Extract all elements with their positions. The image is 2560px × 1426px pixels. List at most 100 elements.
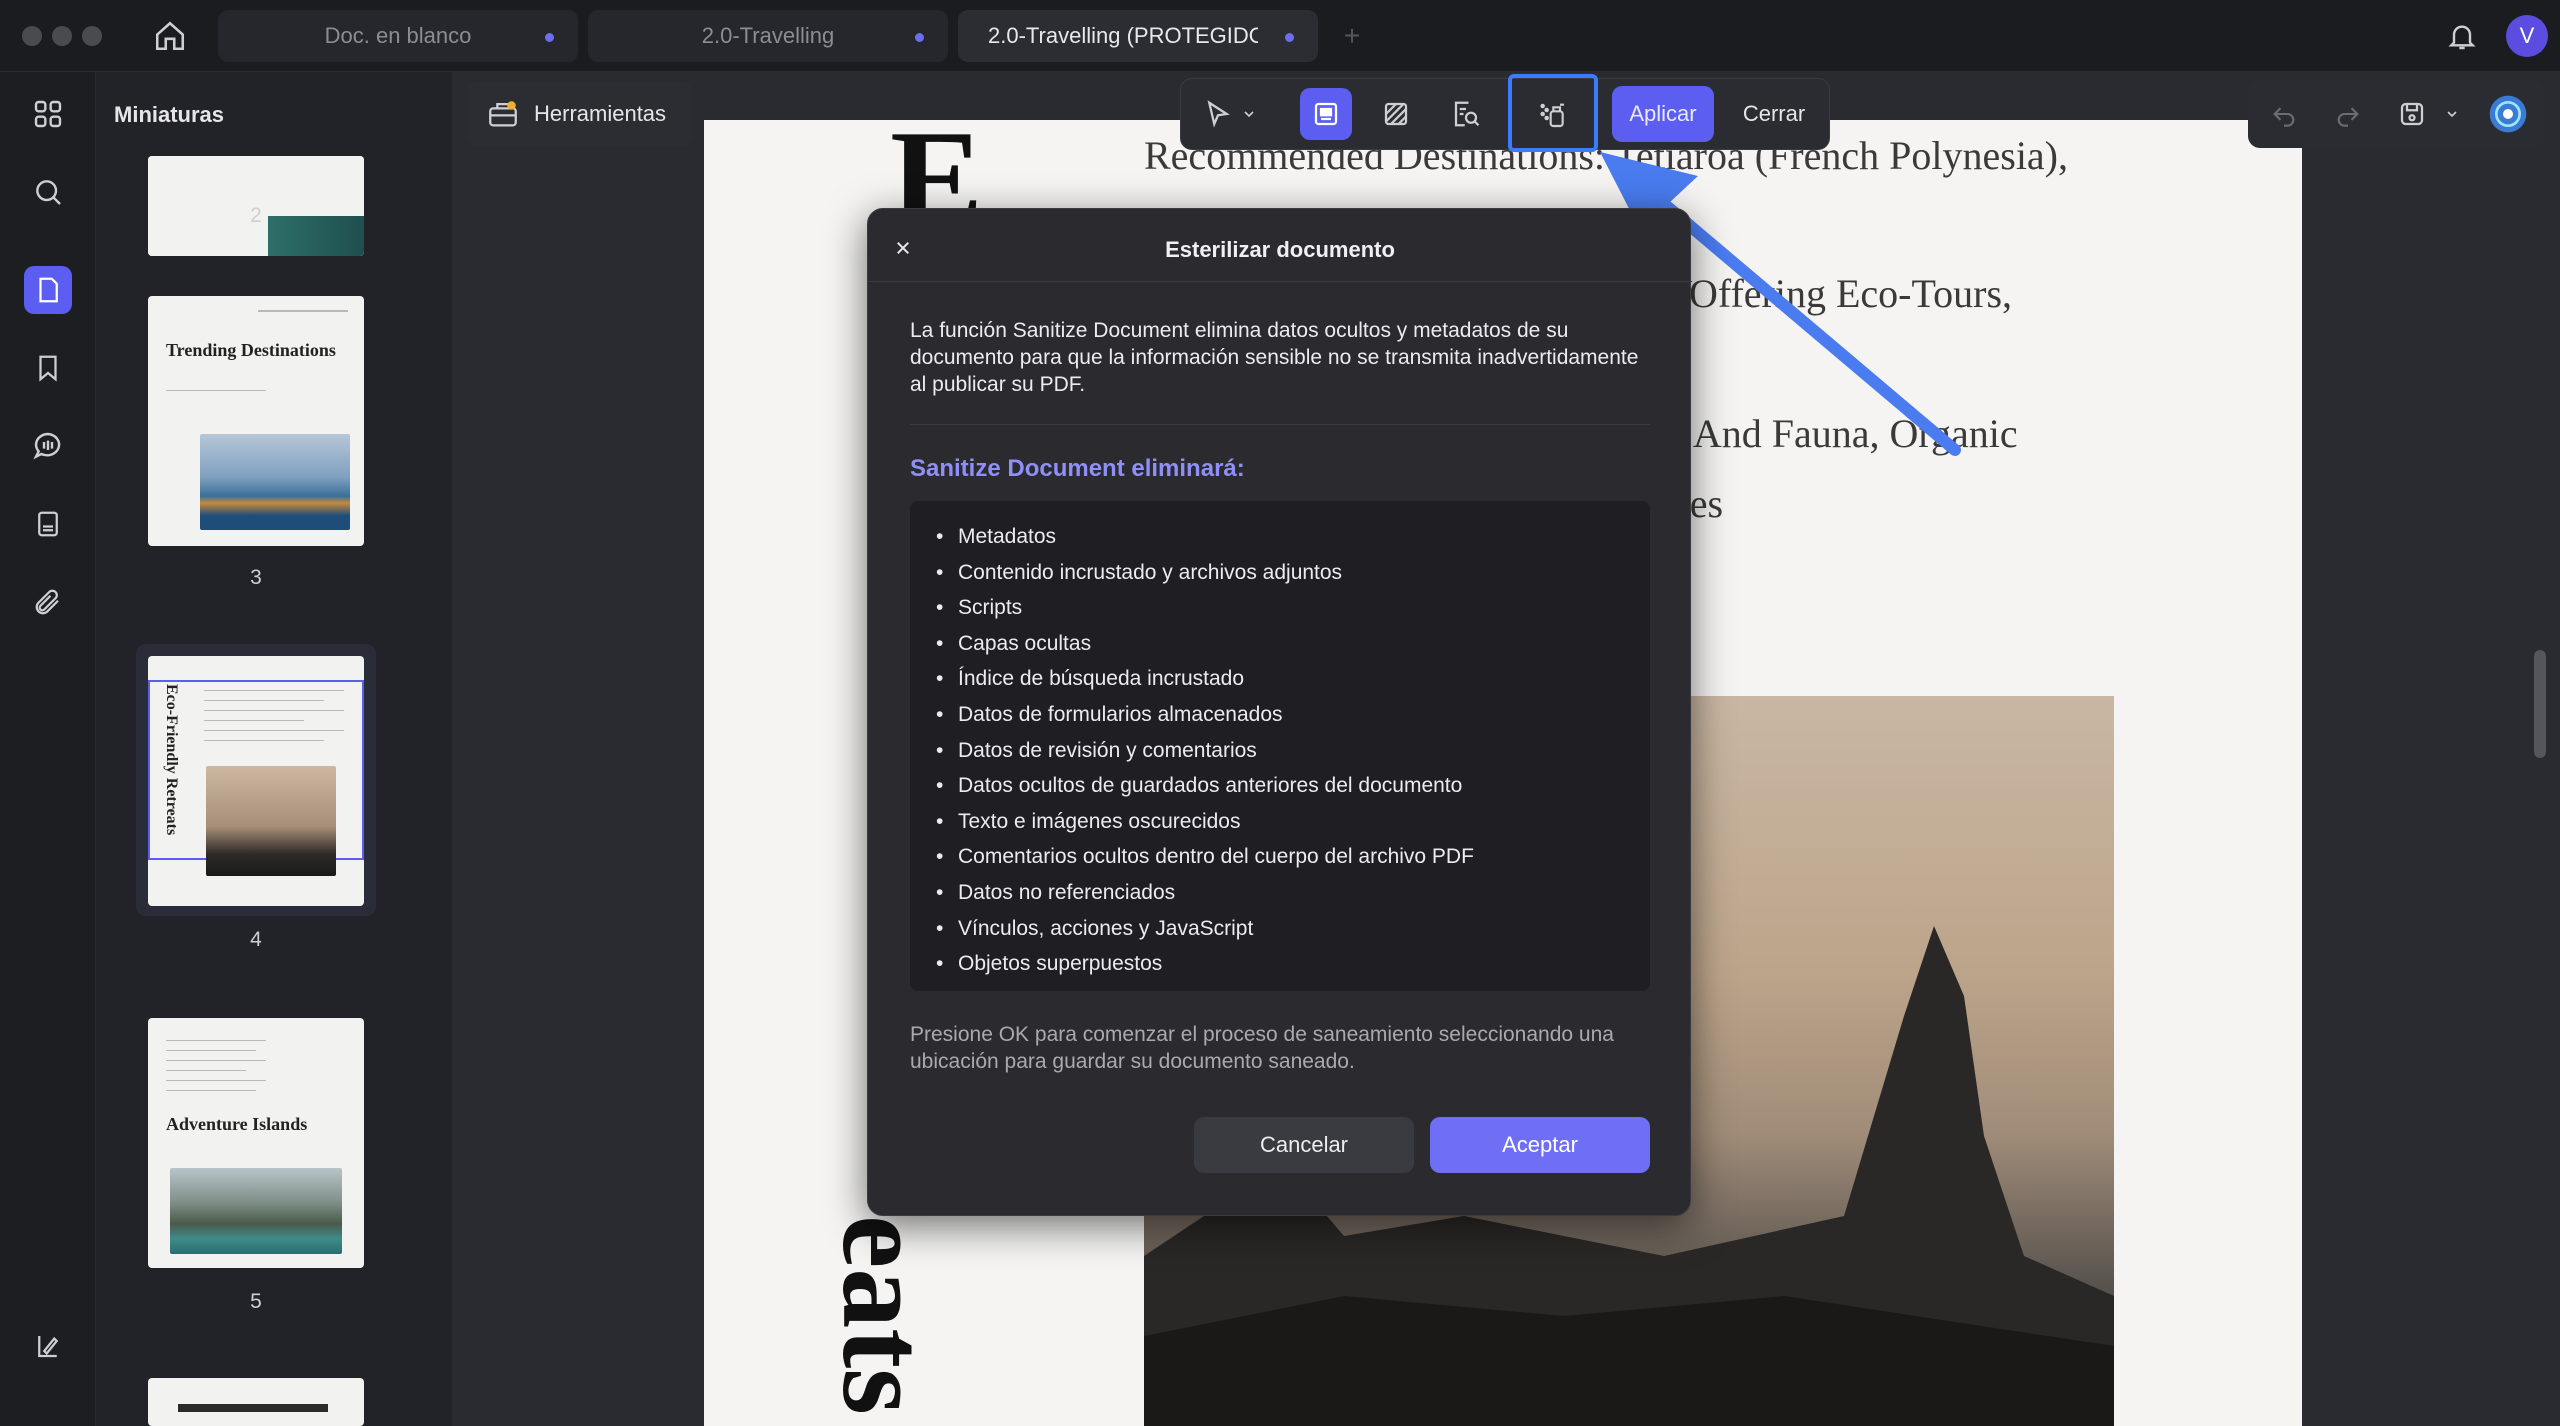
thumbnails-panel: Miniaturas 2 Trending Destinations 3 Eco… <box>96 72 538 1426</box>
comment-icon <box>33 432 61 460</box>
ai-assistant-icon <box>2489 95 2527 133</box>
pdf-vertical-title-bottom: eats <box>818 1215 951 1415</box>
dialog-title: Esterilizar documento <box>1165 237 1395 262</box>
home-button[interactable] <box>150 16 190 56</box>
rail-attachments-button[interactable] <box>24 578 72 626</box>
ai-assistant-button[interactable] <box>2484 90 2532 138</box>
app-window: Doc. en blanco 2.0-Travelling 2.0-Travel… <box>0 0 2560 1426</box>
list-item: Objetos superpuestos <box>936 946 1650 982</box>
title-bar: Doc. en blanco 2.0-Travelling 2.0-Travel… <box>0 0 2560 72</box>
list-item: Vínculos, acciones y JavaScript <box>936 911 1650 947</box>
undo-button[interactable] <box>2260 90 2308 138</box>
thumbnail-image <box>170 1168 342 1254</box>
list-item: Capas ocultas <box>936 626 1650 662</box>
redact-pattern-button[interactable] <box>1370 88 1422 140</box>
save-options-button[interactable] <box>2438 90 2466 138</box>
hatch-icon <box>1384 102 1408 126</box>
thumbnails-title: Miniaturas <box>114 102 225 127</box>
dialog-divider <box>910 424 1650 425</box>
tab-label: 2.0-Travelling (PROTEGIDO <box>988 23 1258 48</box>
list-item: Datos no referenciados <box>936 875 1650 911</box>
thumbnail-title: Eco-Friendly Retreats <box>163 684 180 836</box>
dialog-subtitle: Sanitize Document eliminará: <box>910 455 1245 482</box>
search-page-icon <box>1454 101 1480 127</box>
grid-icon <box>34 100 62 128</box>
thumbnail-page-4[interactable]: Eco-Friendly Retreats <box>148 656 364 906</box>
sanitize-dialog: Esterilizar documento La función Sanitiz… <box>867 208 1692 1216</box>
accept-button[interactable]: Aceptar <box>1430 1117 1650 1173</box>
window-close-control[interactable] <box>22 26 42 46</box>
rail-panel-toggle-button[interactable] <box>24 1322 72 1370</box>
tab-unsaved-dot <box>1285 33 1294 42</box>
bell-icon <box>2448 25 2476 50</box>
rail-forms-button[interactable] <box>24 500 72 548</box>
thumbnail-image <box>206 766 336 876</box>
cancel-button[interactable]: Cancelar <box>1194 1117 1414 1173</box>
rail-search-button[interactable] <box>24 168 72 216</box>
search-redact-button[interactable] <box>1440 88 1492 140</box>
page-icon <box>39 277 58 303</box>
list-item: Contenido incrustado y archivos adjuntos <box>936 555 1650 591</box>
thumbnail-number: 3 <box>250 566 262 589</box>
save-icon <box>2400 102 2424 126</box>
rail-organize-button[interactable] <box>24 90 72 138</box>
chevron-down-icon <box>2447 111 2457 118</box>
home-icon <box>155 21 185 51</box>
tab-travelling[interactable]: 2.0-Travelling <box>588 10 948 62</box>
thumbnail-number: 2 <box>250 204 262 227</box>
thumbnail-page-3[interactable]: Trending Destinations <box>148 296 364 546</box>
save-button[interactable] <box>2388 90 2436 138</box>
add-tab-button[interactable]: + <box>1336 16 1368 56</box>
redo-icon <box>2337 107 2359 127</box>
rail-bookmarks-button[interactable] <box>24 344 72 392</box>
tab-label: 2.0-Travelling <box>701 23 835 48</box>
thumbnail-number: 4 <box>250 928 262 951</box>
avatar[interactable]: V <box>2506 15 2548 57</box>
bookmark-icon <box>39 355 57 382</box>
list-item: Comentarios ocultos dentro del cuerpo de… <box>936 839 1650 875</box>
right-toolbar <box>2248 80 2544 148</box>
list-item: Datos de formularios almacenados <box>936 697 1650 733</box>
search-icon <box>36 180 61 205</box>
thumbnail-title: Trending Destinations <box>166 340 336 360</box>
undo-icon <box>2273 107 2295 127</box>
window-zoom-control[interactable] <box>82 26 102 46</box>
notifications-button[interactable] <box>2442 16 2482 56</box>
tab-blank-doc[interactable]: Doc. en blanco <box>218 10 578 62</box>
mark-redaction-button[interactable] <box>1300 88 1352 140</box>
redact-area-icon <box>1314 102 1338 126</box>
panel-icon <box>38 1336 59 1358</box>
cursor-icon <box>1207 100 1230 128</box>
main-scrollbar[interactable] <box>2534 650 2546 758</box>
tools-button[interactable]: Herramientas <box>468 82 692 146</box>
redo-button[interactable] <box>2324 90 2372 138</box>
rail-comments-button[interactable] <box>24 422 72 470</box>
list-item: Texto e imágenes oscurecidos <box>936 804 1650 840</box>
rail-thumbnails-button[interactable] <box>24 266 72 314</box>
tab-unsaved-dot <box>545 33 554 42</box>
thumbnail-image <box>200 434 350 530</box>
left-rail <box>0 72 96 1426</box>
dialog-description: La función Sanitize Document elimina dat… <box>910 319 1639 396</box>
thumbnail-title: Adventure Islands <box>166 1114 308 1134</box>
thumbnail-page-6[interactable] <box>148 1378 364 1426</box>
list-item: Índice de búsqueda incrustado <box>936 661 1650 697</box>
tab-travelling-protected[interactable]: 2.0-Travelling (PROTEGIDO <box>958 10 1318 62</box>
tab-unsaved-dot <box>915 33 924 42</box>
select-tool-button[interactable] <box>1194 88 1266 140</box>
tab-label: Doc. en blanco <box>324 23 472 48</box>
toolbox-icon <box>489 101 517 127</box>
list-item: Datos ocultos de guardados anteriores de… <box>936 768 1650 804</box>
paperclip-icon <box>35 589 59 615</box>
dialog-note: Presione OK para comenzar el proceso de … <box>910 1023 1614 1073</box>
thumbnail-number: 5 <box>250 1290 262 1313</box>
list-item: Datos de revisión y comentarios <box>936 733 1650 769</box>
list-item: Scripts <box>936 590 1650 626</box>
form-icon <box>38 511 58 537</box>
removal-items-list: Metadatos Contenido incrustado y archivo… <box>910 501 1650 991</box>
thumbnail-page-5[interactable]: Adventure Islands <box>148 1018 364 1268</box>
list-item: Metadatos <box>936 519 1650 555</box>
chevron-down-icon <box>1244 111 1254 118</box>
window-minimize-control[interactable] <box>52 26 72 46</box>
tools-label: Herramientas <box>534 101 667 126</box>
